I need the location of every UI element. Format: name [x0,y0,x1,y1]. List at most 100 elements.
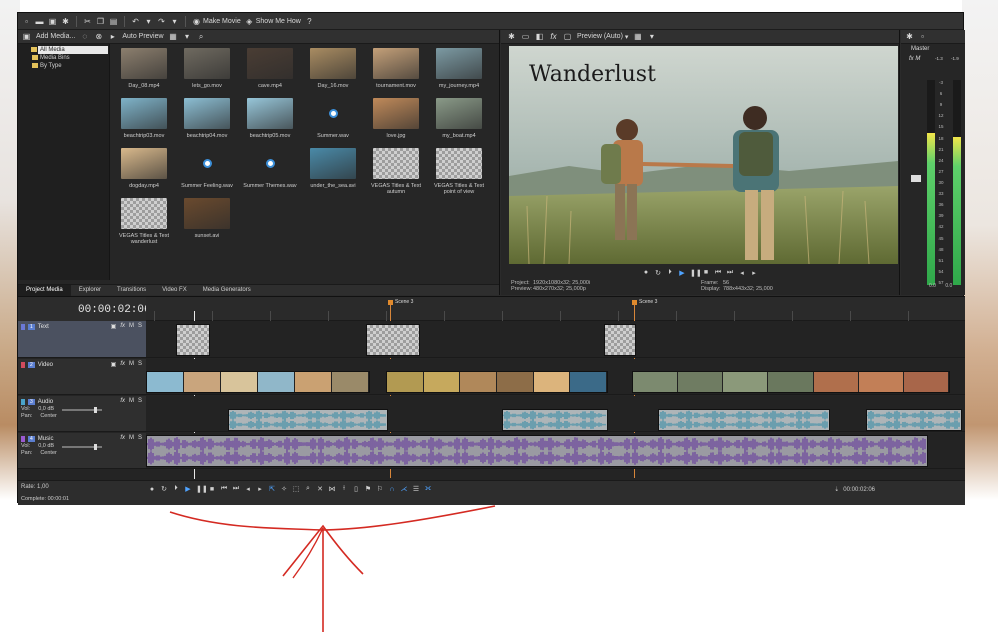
view-mode-icon[interactable]: ▦ [169,32,178,41]
track-header-video[interactable]: 2 Video ▣ fx M S [18,359,146,395]
solo-button[interactable]: S [138,361,142,368]
timeline-ruler[interactable]: Scene 3 Scene 3 [146,297,965,321]
mute-button[interactable]: M [129,435,134,441]
remove-media-icon[interactable]: ⊗ [94,32,103,41]
solo-button[interactable]: S [138,435,142,441]
overlays-icon[interactable]: ▦ [633,32,642,41]
media-item[interactable]: Day_08.mp4 [113,48,175,89]
clip-video[interactable] [146,371,370,393]
solo-button[interactable]: S [138,323,142,330]
auto-preview-toggle[interactable]: Auto Preview [122,33,163,40]
master-fader-handle[interactable] [911,175,921,182]
event-grouping-icon[interactable]: ⟗ [424,485,432,493]
volume-slider[interactable] [62,407,103,413]
view-dropdown-icon[interactable]: ▾ [183,32,192,41]
media-item[interactable]: tournament.mov [365,48,427,89]
marker-scene-a[interactable]: Scene 3 [388,299,413,305]
split-icon[interactable]: ⟊ [340,485,348,493]
selection-tool-icon[interactable]: ⬚ [292,485,300,493]
track-fx-icon[interactable]: fx [120,398,125,404]
go-to-end-icon[interactable]: ⏭ [726,269,734,277]
tab-media-generators[interactable]: Media Generators [195,285,259,296]
media-item[interactable]: beachtrip05.mov [239,98,301,139]
go-to-start-icon[interactable]: ⏮ [714,269,722,277]
new-project-icon[interactable]: ▫ [22,17,31,26]
media-item[interactable]: dogday.mp4 [113,148,175,189]
tab-project-media[interactable]: Project Media [18,284,71,296]
save-icon[interactable]: ▣ [48,17,57,26]
media-fx-icon[interactable]: ◌ [80,32,89,41]
tab-explorer[interactable]: Explorer [71,285,109,296]
media-item[interactable]: my_journey.mp4 [428,48,490,89]
preview-settings-icon[interactable]: ✱ [507,32,516,41]
track-fx-icon[interactable]: fx [120,435,125,441]
stop-icon[interactable]: ■ [208,486,216,493]
preview-quality-dropdown[interactable]: Preview (Auto) ▾ [577,33,628,41]
media-item[interactable]: my_boat.mp4 [428,98,490,139]
media-item[interactable]: VEGAS Titles & Text point of view [428,148,490,195]
track-fx-icon[interactable]: fx [120,323,125,330]
overlays-dropdown-icon[interactable]: ▾ [647,32,656,41]
media-item[interactable]: lets_go.mov [176,48,238,89]
clip-music[interactable] [146,435,928,467]
media-item[interactable]: beachtrip03.mov [113,98,175,139]
lane-audio[interactable] [146,396,965,432]
clip-video[interactable] [386,371,608,393]
clip-video[interactable] [632,371,950,393]
clip-title[interactable] [366,324,420,356]
redo-icon[interactable]: ↷ [157,17,166,26]
next-frame-icon[interactable]: ▸ [750,269,758,277]
loop-icon[interactable]: ↻ [654,269,662,277]
delete-icon[interactable]: ✕ [316,485,324,493]
paste-icon[interactable]: ▤ [109,17,118,26]
clip-audio[interactable] [658,409,830,431]
clip-audio[interactable] [502,409,608,431]
auto-crossfade-icon[interactable]: ⋌ [400,485,408,493]
volume-knob[interactable] [94,407,98,413]
next-frame-icon[interactable]: ▸ [256,485,264,493]
media-item[interactable]: Summer.wav [302,98,364,139]
media-item[interactable]: Summer Themes.wav [239,148,301,189]
media-item[interactable]: Day_16.mov [302,48,364,89]
preview-video-frame[interactable]: Wanderlust [509,46,898,264]
cut-icon[interactable]: ✂ [83,17,92,26]
lane-music[interactable] [146,433,965,469]
help-icon[interactable]: ? [305,17,314,26]
open-folder-icon[interactable]: ▬ [35,17,44,26]
lane-text[interactable] [146,321,965,358]
solo-button[interactable]: S [138,398,142,404]
volume-slider[interactable] [62,444,103,450]
play-icon[interactable]: ▶ [678,269,686,277]
show-me-how-button[interactable]: ◈ Show Me How [245,17,301,26]
master-fx-icon[interactable]: fx M [909,56,920,62]
pause-icon[interactable]: ❚❚ [196,485,208,493]
mute-button[interactable]: M [129,398,134,404]
split-screen-icon[interactable]: ◧ [535,32,544,41]
track-header-audio[interactable]: 3 Audio fx M S Vol: 0,0 dB Pan: Center [18,396,146,432]
insert-region-icon[interactable]: ⚐ [376,485,384,493]
mute-button[interactable]: M [129,361,134,368]
media-item[interactable]: cave.mp4 [239,48,301,89]
redo-dropdown-icon[interactable]: ▾ [170,17,179,26]
record-icon[interactable]: ● [148,486,156,493]
previous-frame-icon[interactable]: ◂ [738,269,746,277]
track-motion-icon[interactable]: ▣ [111,323,117,330]
pause-icon[interactable]: ❚❚ [690,269,702,277]
undo-icon[interactable]: ↶ [131,17,140,26]
lane-video[interactable] [146,359,965,395]
media-item[interactable]: beachtrip04.mov [176,98,238,139]
loop-icon[interactable]: ↻ [160,485,168,493]
play-from-start-icon[interactable]: ⏵ [172,485,180,493]
play-preview-icon[interactable]: ▸ [108,32,117,41]
ripple-edit-icon[interactable]: ☰ [412,485,420,493]
volume-knob[interactable] [94,444,98,450]
undo-dropdown-icon[interactable]: ▾ [144,17,153,26]
insert-marker-icon[interactable]: ⚑ [364,485,372,493]
search-icon[interactable]: ⌕ [197,32,206,41]
clip-audio[interactable] [228,409,388,431]
track-header-text[interactable]: 1 Text ▣ fx M S [18,321,146,358]
media-item[interactable]: love.jpg [365,98,427,139]
mute-button[interactable]: M [129,323,134,330]
stop-icon[interactable]: ■ [702,269,710,276]
copy-snapshot-icon[interactable]: ▢ [563,32,572,41]
